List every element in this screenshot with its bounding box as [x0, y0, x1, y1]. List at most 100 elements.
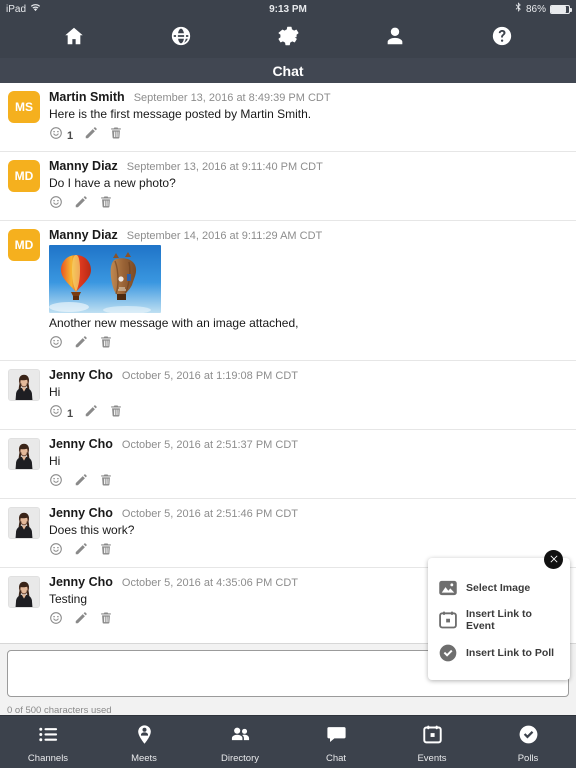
delete-button[interactable] — [109, 126, 123, 145]
edit-button[interactable] — [74, 195, 88, 214]
popup-item-insert-link-to-poll[interactable]: Insert Link to Poll — [428, 637, 570, 668]
react-button[interactable]: 1 — [49, 126, 73, 145]
popup-item-label: Select Image — [466, 581, 531, 594]
person-icon — [384, 25, 406, 52]
message-timestamp: October 5, 2016 at 2:51:37 PM CDT — [121, 439, 298, 451]
nav-profile-button[interactable] — [375, 21, 415, 55]
react-button[interactable] — [49, 335, 63, 354]
message-text: Hi — [49, 454, 61, 468]
delete-button[interactable] — [99, 542, 113, 561]
edit-button[interactable] — [84, 404, 98, 423]
edit-button[interactable] — [74, 542, 88, 561]
nav-settings-button[interactable] — [268, 21, 308, 55]
tab-channels[interactable]: Channels — [0, 716, 96, 768]
list-icon — [38, 724, 59, 750]
popup-close-button[interactable] — [544, 550, 563, 569]
message-text: Does this work? — [49, 523, 135, 537]
message-header: Manny Diaz September 13, 2016 at 9:11:40 … — [49, 159, 568, 173]
smiley-icon — [49, 335, 63, 354]
popup-item-select-image[interactable]: Select Image — [428, 572, 570, 603]
message-body: Jenny Cho October 5, 2016 at 1:19:08 PM C… — [49, 368, 568, 429]
calendar-icon — [437, 610, 458, 631]
trash-icon — [99, 195, 113, 214]
message-text: Another new message with an image attach… — [49, 316, 299, 330]
home-icon — [63, 25, 85, 52]
edit-button[interactable] — [74, 335, 88, 354]
message-author: Manny Diaz — [49, 228, 118, 242]
avatar-initials: MS — [15, 100, 33, 114]
message-actions — [49, 195, 568, 218]
react-button[interactable] — [49, 195, 63, 214]
tab-directory[interactable]: Directory — [192, 716, 288, 768]
nav-help-button[interactable] — [482, 21, 522, 55]
message-row: MS Martin Smith September 13, 2016 at 8:49… — [0, 83, 576, 152]
top-navigation-bar — [0, 18, 576, 58]
nav-globe-button[interactable] — [161, 21, 201, 55]
wifi-icon — [30, 3, 41, 15]
message-text: Do I have a new photo? — [49, 176, 176, 190]
message-timestamp: October 5, 2016 at 2:51:46 PM CDT — [121, 508, 298, 520]
tab-chat[interactable]: Chat — [288, 716, 384, 768]
avatar[interactable]: MS — [8, 91, 40, 123]
smiley-icon — [49, 542, 63, 561]
status-left: iPad — [6, 3, 41, 15]
message-header: Manny Diaz September 14, 2016 at 9:11:29 … — [49, 228, 568, 242]
popup-item-label: Insert Link to Event — [466, 608, 532, 632]
battery-icon — [550, 4, 572, 14]
tab-label: Chat — [325, 752, 347, 764]
message-image-attachment[interactable] — [49, 245, 161, 313]
edit-button[interactable] — [74, 611, 88, 630]
pencil-icon — [74, 611, 88, 630]
avatar[interactable] — [8, 369, 40, 401]
smiley-icon — [49, 404, 63, 423]
avatar[interactable] — [8, 438, 40, 470]
avatar[interactable] — [8, 507, 40, 539]
message-text: Here is the first message posted by Mart… — [49, 107, 312, 121]
popup-item-label: Insert Link to Poll — [466, 646, 555, 659]
tab-meets[interactable]: Meets — [96, 716, 192, 768]
tab-label: Meets — [131, 752, 157, 764]
delete-button[interactable] — [99, 611, 113, 630]
delete-button[interactable] — [99, 473, 113, 492]
nav-home-button[interactable] — [54, 21, 94, 55]
delete-button[interactable] — [109, 404, 123, 423]
speech-bubble-icon — [326, 724, 347, 750]
react-button[interactable]: 1 — [49, 404, 73, 423]
help-icon — [491, 25, 513, 52]
close-icon — [549, 551, 559, 569]
avatar[interactable]: MD — [8, 160, 40, 192]
react-button[interactable] — [49, 473, 63, 492]
tab-polls[interactable]: Polls — [480, 716, 576, 768]
trash-icon — [99, 542, 113, 561]
avatar[interactable]: MD — [8, 229, 40, 261]
globe-icon — [170, 25, 192, 52]
message-row: MD Manny Diaz September 14, 2016 at 9:11:2… — [0, 221, 576, 361]
tab-label: Directory — [220, 752, 259, 764]
avatar[interactable] — [8, 576, 40, 608]
tab-events[interactable]: Events — [384, 716, 480, 768]
delete-button[interactable] — [99, 195, 113, 214]
popup-item-insert-link-to-event[interactable]: Insert Link to Event — [428, 603, 570, 637]
message-author: Jenny Cho — [49, 368, 113, 382]
delete-button[interactable] — [99, 335, 113, 354]
smiley-icon — [49, 611, 63, 630]
message-body: Manny Diaz September 13, 2016 at 9:11:40 … — [49, 159, 568, 220]
bottom-tab-bar: Channels Meets Directory Chat Events Pol… — [0, 715, 576, 768]
people-icon — [230, 724, 251, 750]
pencil-icon — [74, 542, 88, 561]
status-right: 86% — [515, 2, 572, 16]
edit-button[interactable] — [74, 473, 88, 492]
trash-icon — [99, 611, 113, 630]
avatar-initials: MD — [14, 169, 34, 183]
message-author: Jenny Cho — [49, 437, 113, 451]
check-circle-icon — [518, 724, 539, 750]
smiley-icon — [49, 126, 63, 145]
map-pin-person-icon — [134, 724, 155, 750]
calendar-icon — [422, 724, 443, 750]
react-button[interactable] — [49, 542, 63, 561]
pencil-icon — [74, 473, 88, 492]
message-author: Jenny Cho — [49, 506, 113, 520]
react-button[interactable] — [49, 611, 63, 630]
edit-button[interactable] — [84, 126, 98, 145]
message-actions — [49, 473, 568, 496]
